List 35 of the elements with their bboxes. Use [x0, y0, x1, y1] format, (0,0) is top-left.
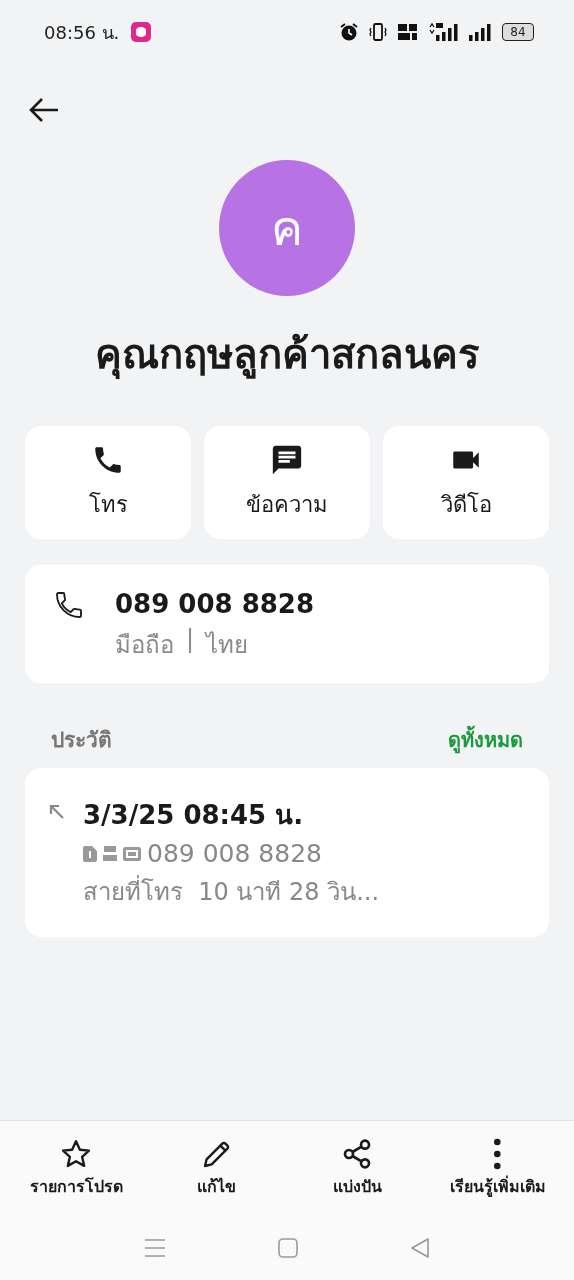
- star-icon: [60, 1137, 93, 1170]
- back-arrow-icon: [28, 96, 60, 124]
- battery-level: 84: [502, 23, 534, 41]
- section-title: ประวัติ: [51, 727, 112, 754]
- message-button[interactable]: ข้อความ: [204, 426, 370, 539]
- call-log-card[interactable]: 3/3/25 08:45 น. 089 008 8828 สายที่โทร 10 นาที 28 วิน...: [25, 768, 549, 937]
- edit-button[interactable]: แก้ไข: [146, 1121, 287, 1215]
- signal-icon: [428, 22, 460, 42]
- vibrate-icon: [368, 22, 388, 42]
- number-type: มือถือ: [115, 630, 174, 661]
- separator: |: [186, 625, 195, 655]
- menu-icon: [144, 1237, 166, 1258]
- home-button[interactable]: [278, 1237, 298, 1258]
- contact-avatar: ค: [219, 160, 355, 296]
- call-datetime: 3/3/25 08:45 น.: [83, 799, 305, 832]
- call-button[interactable]: โทร: [25, 426, 191, 539]
- phone-icon: [53, 589, 85, 621]
- video-button[interactable]: วิดีโอ: [383, 426, 549, 539]
- share-button[interactable]: แบ่งปัน: [287, 1121, 428, 1215]
- call-number: 089 008 8828: [147, 839, 322, 868]
- signal-icon: [469, 22, 493, 42]
- number-region: ไทย: [206, 630, 249, 661]
- triangle-back-icon: [410, 1237, 430, 1258]
- contact-name: คุณกฤษลูกค้าสกลนคร: [95, 330, 479, 381]
- more-icon: [494, 1137, 502, 1170]
- alarm-icon: [339, 22, 359, 42]
- phone-number[interactable]: 089 008 8828: [115, 589, 314, 619]
- sim-card-icon: [83, 845, 97, 862]
- star-button[interactable]: รายการโปรด: [6, 1121, 147, 1215]
- back-button[interactable]: [28, 96, 60, 124]
- more-button[interactable]: เรียนรู้เพิ่มเติม: [427, 1121, 568, 1215]
- recent-apps-button[interactable]: [144, 1237, 166, 1258]
- clock-time: 08:56 น.: [44, 20, 120, 45]
- square-icon: [278, 1237, 298, 1258]
- call-duration: สายที่โทร 10 นาที 28 วิน...: [83, 872, 380, 911]
